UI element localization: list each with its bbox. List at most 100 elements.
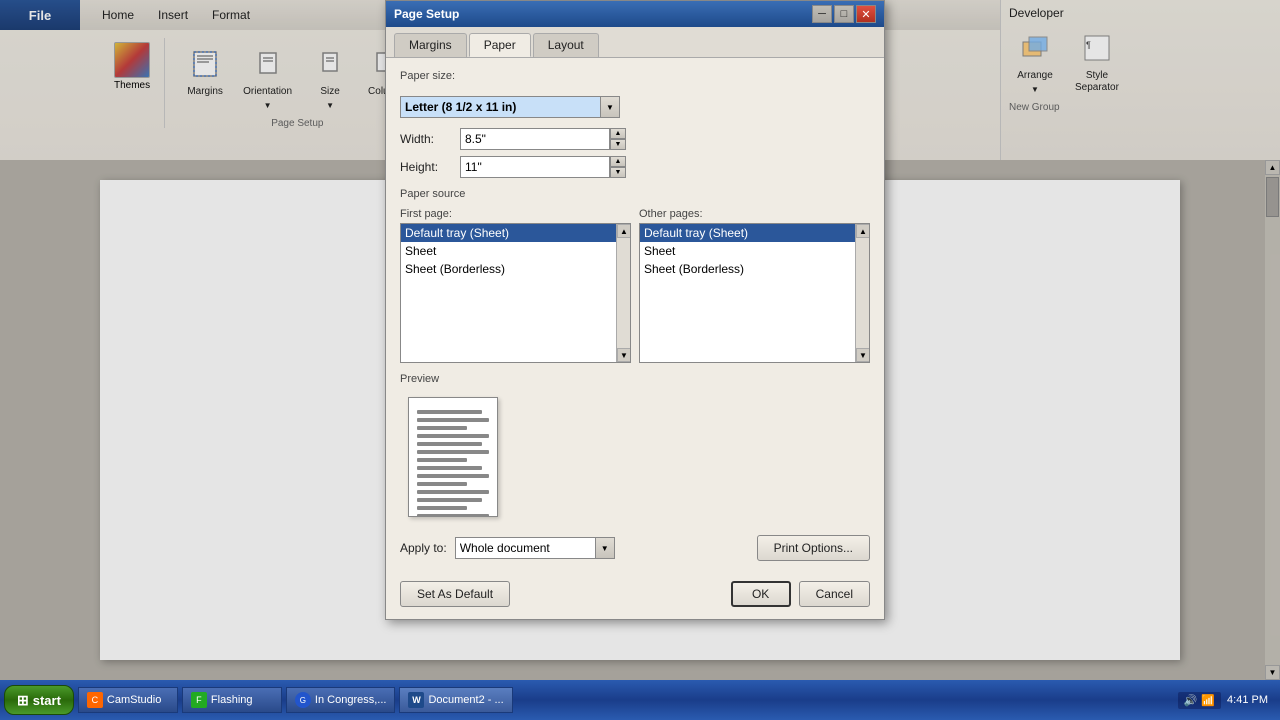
flashing-icon: F [191,692,207,708]
camstudio-icon: C [87,692,103,708]
browser-icon: G [295,692,311,708]
start-label: start [33,693,61,708]
preview-line [417,514,489,517]
preview-line [417,410,482,414]
other-pages-list: Default tray (Sheet) Sheet Sheet (Border… [640,224,855,278]
modal-minimize-btn[interactable]: ─ [812,5,832,23]
taskbar-item-document[interactable]: W Document2 - ... [399,687,512,713]
modal-maximize-btn[interactable]: □ [834,5,854,23]
modal-titlebar: Page Setup ─ □ ✕ [386,1,884,27]
other-pages-item-1[interactable]: Sheet [640,242,855,260]
first-page-col: First page: Default tray (Sheet) Sheet S… [400,208,631,363]
ok-btn[interactable]: OK [731,581,791,607]
first-page-scroll-down[interactable]: ▼ [617,348,631,362]
width-spin-down[interactable]: ▼ [610,139,626,150]
preview-line [417,498,482,502]
paper-size-select[interactable]: Letter (8 1/2 x 11 in) [400,96,620,118]
modal-close-btn[interactable]: ✕ [856,5,876,23]
first-page-scroll-track[interactable] [617,238,630,348]
page-setup-dialog: Page Setup ─ □ ✕ Margins Paper Layout Pa… [385,0,885,620]
paper-size-select-wrapper: Letter (8 1/2 x 11 in) ▼ [400,96,620,118]
other-pages-scrollbar: ▲ ▼ [855,224,869,362]
paper-size-select-row: Letter (8 1/2 x 11 in) ▼ [400,96,870,118]
width-spin-up[interactable]: ▲ [610,128,626,139]
congress-label: In Congress,... [315,694,387,706]
cancel-btn[interactable]: Cancel [799,581,870,607]
other-pages-label: Other pages: [639,208,870,220]
preview-line [417,466,482,470]
tab-paper[interactable]: Paper [469,33,531,57]
paper-source-section: First page: Default tray (Sheet) Sheet S… [400,208,870,363]
other-pages-scroll-track[interactable] [856,238,869,348]
system-tray: 🔊 📶 [1178,692,1221,709]
other-pages-list-wrapper: Default tray (Sheet) Sheet Sheet (Border… [639,223,870,363]
width-input-wrapper: ▲ ▼ [460,128,626,150]
preview-section: Preview [400,373,870,525]
footer-left: Set As Default [400,581,510,607]
height-spin-up[interactable]: ▲ [610,156,626,167]
tab-margins[interactable]: Margins [394,33,467,57]
apply-to-select-wrapper: Whole document This section This point f… [455,537,615,559]
paper-size-label: Paper size: [400,70,455,82]
modal-overlay: Page Setup ─ □ ✕ Margins Paper Layout Pa… [0,0,1280,720]
preview-line [417,442,482,446]
tab-layout[interactable]: Layout [533,33,599,57]
flashing-label: Flashing [211,694,253,706]
first-page-item-1[interactable]: Sheet [401,242,616,260]
apply-to-label: Apply to: [400,541,447,555]
document-label: Document2 - ... [428,694,503,706]
first-page-item-0[interactable]: Default tray (Sheet) [401,224,616,242]
preview-line [417,506,467,510]
other-pages-scroll-up[interactable]: ▲ [856,224,870,238]
preview-box [400,389,870,525]
width-spinner: ▲ ▼ [610,128,626,150]
preview-line [417,426,467,430]
modal-footer: Set As Default OK Cancel [400,573,870,607]
preview-line [417,482,467,486]
paper-source-label: Paper source [400,188,870,200]
first-page-scroll-up[interactable]: ▲ [617,224,631,238]
other-pages-scroll-down[interactable]: ▼ [856,348,870,362]
word-icon: W [408,692,424,708]
first-page-scrollbar: ▲ ▼ [616,224,630,362]
start-icon: ⊞ [17,692,29,709]
preview-line [417,474,489,478]
taskbar-item-flashing[interactable]: F Flashing [182,687,282,713]
clock: 4:41 PM [1227,694,1268,706]
apply-to-select[interactable]: Whole document This section This point f… [455,537,615,559]
start-button[interactable]: ⊞ start [4,685,74,715]
taskbar-item-camstudio[interactable]: C CamStudio [78,687,178,713]
preview-line [417,450,489,454]
height-spin-down[interactable]: ▼ [610,167,626,178]
width-input[interactable] [460,128,610,150]
width-row: Width: ▲ ▼ [400,128,870,150]
height-input-wrapper: ▲ ▼ [460,156,626,178]
width-label: Width: [400,132,460,146]
camstudio-label: CamStudio [107,694,161,706]
first-page-list: Default tray (Sheet) Sheet Sheet (Border… [401,224,616,278]
paper-size-row: Paper size: [400,70,870,90]
apply-to-row: Apply to: Whole document This section Th… [400,535,870,561]
first-page-item-2[interactable]: Sheet (Borderless) [401,260,616,278]
taskbar: ⊞ start C CamStudio F Flashing G In Cong… [0,680,1280,720]
taskbar-item-congress[interactable]: G In Congress,... [286,687,396,713]
height-input[interactable] [460,156,610,178]
other-pages-item-2[interactable]: Sheet (Borderless) [640,260,855,278]
taskbar-right: 🔊 📶 4:41 PM [1178,692,1276,709]
set-default-btn[interactable]: Set As Default [400,581,510,607]
other-pages-item-0[interactable]: Default tray (Sheet) [640,224,855,242]
footer-right: OK Cancel [731,581,870,607]
height-row: Height: ▲ ▼ [400,156,870,178]
height-spinner: ▲ ▼ [610,156,626,178]
print-options-btn[interactable]: Print Options... [757,535,870,561]
modal-tab-strip: Margins Paper Layout [386,27,884,57]
preview-label: Preview [400,373,870,385]
modal-controls: ─ □ ✕ [812,5,876,23]
network-icon: 🔊 [1184,694,1198,707]
preview-lines [417,410,489,517]
preview-line [417,418,489,422]
preview-line [417,490,489,494]
preview-line [417,434,489,438]
other-pages-col: Other pages: Default tray (Sheet) Sheet … [639,208,870,363]
volume-icon: 📶 [1201,694,1215,707]
